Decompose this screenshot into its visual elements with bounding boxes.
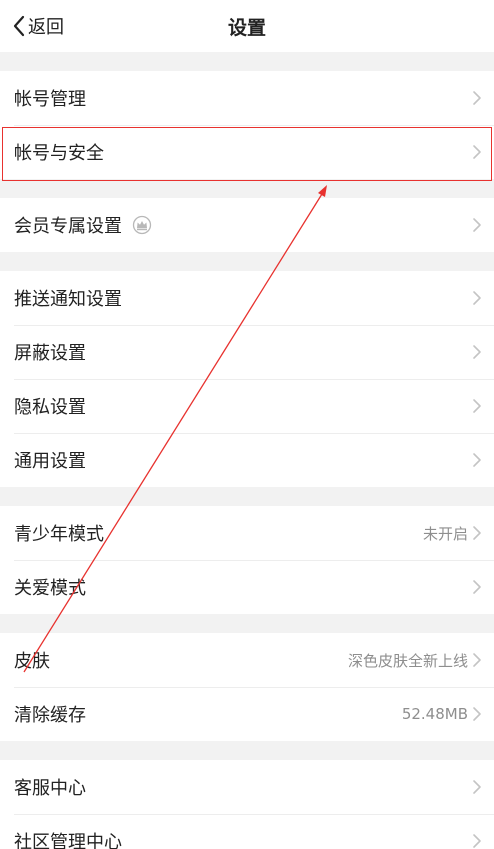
- settings-item-account-security[interactable]: 帐号与安全: [0, 125, 494, 179]
- chevron-left-icon: [13, 15, 25, 37]
- settings-group-preferences: 推送通知设置 屏蔽设置 隐私设置 通用设置: [0, 271, 494, 487]
- back-label: 返回: [28, 17, 64, 38]
- settings-item-label: 隐私设置: [14, 397, 86, 418]
- chevron-right-icon: [473, 653, 481, 667]
- settings-item-value: 深色皮肤全新上线: [347, 651, 468, 670]
- chevron-right-icon: [473, 453, 481, 467]
- settings-item-label: 皮肤: [14, 651, 50, 672]
- settings-group-appearance: 皮肤 深色皮肤全新上线 清除缓存 52.48MB: [0, 633, 494, 741]
- back-button[interactable]: 返回: [12, 0, 64, 52]
- settings-item-label: 清除缓存: [14, 705, 86, 726]
- chevron-right-icon: [473, 580, 481, 594]
- section-gap: [0, 252, 494, 271]
- settings-group-support: 客服中心 社区管理中心: [0, 760, 494, 849]
- settings-item-privacy[interactable]: 隐私设置: [0, 379, 494, 433]
- settings-item-skin[interactable]: 皮肤 深色皮肤全新上线: [0, 633, 494, 687]
- settings-item-customer-service[interactable]: 客服中心: [0, 760, 494, 814]
- section-gap: [0, 487, 494, 506]
- section-gap: [0, 614, 494, 633]
- chevron-right-icon: [473, 291, 481, 305]
- chevron-right-icon: [473, 834, 481, 848]
- settings-item-care-mode[interactable]: 关爱模式: [0, 560, 494, 614]
- settings-item-vip-settings[interactable]: 会员专属设置: [0, 198, 494, 252]
- section-gap: [0, 52, 494, 71]
- chevron-right-icon: [473, 345, 481, 359]
- settings-item-general[interactable]: 通用设置: [0, 433, 494, 487]
- settings-item-account-management[interactable]: 帐号管理: [0, 71, 494, 125]
- settings-item-label: 推送通知设置: [14, 289, 122, 310]
- settings-group-vip: 会员专属设置: [0, 198, 494, 252]
- section-gap: [0, 179, 494, 198]
- settings-item-label: 客服中心: [14, 778, 86, 799]
- settings-item-label: 关爱模式: [14, 578, 86, 599]
- section-gap: [0, 741, 494, 760]
- settings-item-label: 通用设置: [14, 451, 86, 472]
- settings-item-value: 未开启: [422, 524, 468, 543]
- settings-item-label: 屏蔽设置: [14, 343, 86, 364]
- settings-item-block[interactable]: 屏蔽设置: [0, 325, 494, 379]
- settings-item-teen-mode[interactable]: 青少年模式 未开启: [0, 506, 494, 560]
- crown-icon: [132, 215, 152, 235]
- settings-item-label: 帐号管理: [14, 89, 86, 110]
- chevron-right-icon: [473, 218, 481, 232]
- page-title: 设置: [227, 16, 266, 39]
- settings-item-value: 52.48MB: [401, 705, 468, 723]
- chevron-right-icon: [473, 91, 481, 105]
- settings-item-community-management[interactable]: 社区管理中心: [0, 814, 494, 849]
- settings-item-label: 青少年模式: [14, 524, 104, 545]
- settings-item-clear-cache[interactable]: 清除缓存 52.48MB: [0, 687, 494, 741]
- chevron-right-icon: [473, 145, 481, 159]
- settings-group-account: 帐号管理 帐号与安全: [0, 71, 494, 179]
- navigation-bar: 返回 设置: [0, 0, 494, 52]
- settings-item-label: 会员专属设置: [14, 216, 122, 237]
- settings-item-push-notifications[interactable]: 推送通知设置: [0, 271, 494, 325]
- chevron-right-icon: [473, 707, 481, 721]
- chevron-right-icon: [473, 399, 481, 413]
- chevron-right-icon: [473, 780, 481, 794]
- chevron-right-icon: [473, 526, 481, 540]
- settings-group-modes: 青少年模式 未开启 关爱模式: [0, 506, 494, 614]
- settings-item-label: 帐号与安全: [14, 143, 104, 164]
- settings-item-label: 社区管理中心: [14, 832, 122, 849]
